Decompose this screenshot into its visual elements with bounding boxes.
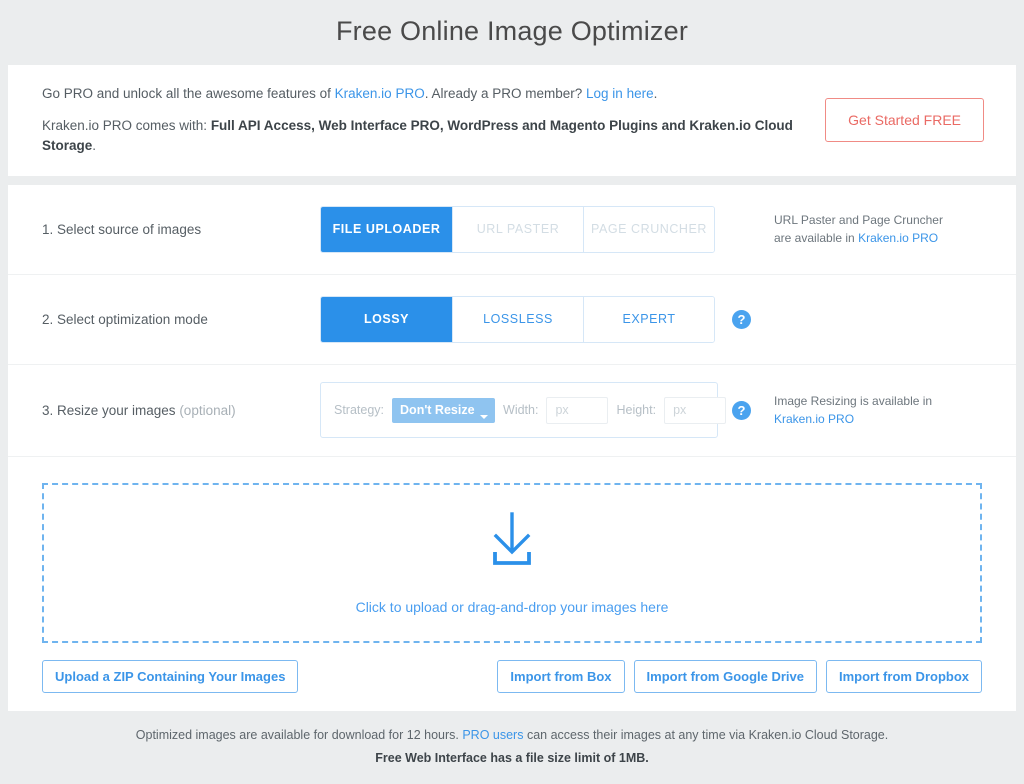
step-1-note-pro-link[interactable]: Kraken.io PRO	[858, 231, 938, 245]
step-3-label: 3. Resize your images (optional)	[42, 403, 320, 418]
source-segmented-group: FILE UPLOADER URL PASTER PAGE CRUNCHER	[320, 206, 715, 253]
step-3-optional-tag: (optional)	[179, 403, 235, 418]
step-3-help-slot: ?	[718, 401, 774, 420]
promo-line1-prefix: Go PRO and unlock all the awesome featur…	[42, 86, 335, 101]
get-started-free-button[interactable]: Get Started FREE	[825, 98, 984, 142]
strategy-label: Strategy:	[334, 403, 384, 417]
bottom-action-bar: Upload a ZIP Containing Your Images Impo…	[8, 643, 1016, 711]
promo-line2-prefix: Kraken.io PRO comes with:	[42, 118, 211, 133]
kraken-pro-link[interactable]: Kraken.io PRO	[335, 86, 425, 101]
image-optimizer-page: Free Online Image Optimizer Go PRO and u…	[0, 0, 1024, 784]
step-1-label: 1. Select source of images	[42, 222, 320, 237]
promo-line2-suffix: .	[92, 138, 96, 153]
promo-line-1: Go PRO and unlock all the awesome featur…	[42, 84, 825, 104]
footer-line-2: Free Web Interface has a file size limit…	[0, 747, 1024, 770]
step-2-help-slot: ?	[718, 310, 774, 329]
promo-line1-suffix: .	[654, 86, 658, 101]
import-buttons-group: Import from Box Import from Google Drive…	[497, 660, 982, 693]
resize-options-box: Strategy: Don't Resize Width: Height:	[320, 382, 718, 438]
footer-line1-suffix: can access their images at any time via …	[523, 728, 888, 742]
step-3-label-text: 3. Resize your images	[42, 403, 179, 418]
width-input[interactable]	[546, 397, 608, 424]
help-question-icon[interactable]: ?	[732, 401, 751, 420]
promo-line-2: Kraken.io PRO comes with: Full API Acces…	[42, 116, 825, 157]
step-2-label: 2. Select optimization mode	[42, 312, 320, 327]
width-label: Width:	[503, 403, 538, 417]
file-dropzone[interactable]: Click to upload or drag-and-drop your im…	[42, 483, 982, 643]
lossy-button[interactable]: LOSSY	[321, 297, 452, 342]
mode-button-group-wrap: LOSSY LOSSLESS EXPERT	[320, 296, 718, 343]
step-1-note-prefix: are available in	[774, 231, 858, 245]
step-row-source: 1. Select source of images FILE UPLOADER…	[8, 185, 1016, 275]
resize-control-wrap: Strategy: Don't Resize Width: Height:	[320, 382, 718, 438]
lossless-button[interactable]: LOSSLESS	[452, 297, 583, 342]
optimizer-main-card: 1. Select source of images FILE UPLOADER…	[8, 185, 1016, 711]
step-3-note-pro-link[interactable]: Kraken.io PRO	[774, 412, 854, 426]
pro-promo-panel: Go PRO and unlock all the awesome featur…	[8, 65, 1016, 176]
source-button-group-wrap: FILE UPLOADER URL PASTER PAGE CRUNCHER	[320, 206, 718, 253]
upload-zip-button[interactable]: Upload a ZIP Containing Your Images	[42, 660, 298, 693]
import-from-box-button[interactable]: Import from Box	[497, 660, 624, 693]
height-label: Height:	[616, 403, 656, 417]
strategy-select-wrap: Don't Resize	[392, 398, 495, 423]
footer-line1-prefix: Optimized images are available for downl…	[136, 728, 463, 742]
import-from-google-drive-button[interactable]: Import from Google Drive	[634, 660, 817, 693]
file-uploader-button[interactable]: FILE UPLOADER	[321, 207, 452, 252]
step-row-resize: 3. Resize your images (optional) Strateg…	[8, 365, 1016, 457]
import-from-dropbox-button[interactable]: Import from Dropbox	[826, 660, 982, 693]
page-title: Free Online Image Optimizer	[0, 0, 1024, 65]
page-footer: Optimized images are available for downl…	[0, 711, 1024, 784]
height-input[interactable]	[664, 397, 726, 424]
pro-users-link[interactable]: PRO users	[462, 728, 523, 742]
download-arrow-icon	[482, 510, 542, 573]
step-1-note: URL Paster and Page Cruncher are availab…	[774, 211, 982, 247]
step-3-note-line-2: Kraken.io PRO	[774, 410, 982, 428]
log-in-here-link[interactable]: Log in here	[586, 86, 654, 101]
help-question-icon[interactable]: ?	[732, 310, 751, 329]
promo-text-block: Go PRO and unlock all the awesome featur…	[42, 84, 825, 156]
mode-segmented-group: LOSSY LOSSLESS EXPERT	[320, 296, 715, 343]
step-row-mode: 2. Select optimization mode LOSSY LOSSLE…	[8, 275, 1016, 365]
dropzone-label: Click to upload or drag-and-drop your im…	[356, 599, 669, 615]
promo-line1-middle: . Already a PRO member?	[425, 86, 586, 101]
strategy-select[interactable]: Don't Resize	[392, 398, 495, 423]
url-paster-button[interactable]: URL PASTER	[452, 207, 583, 252]
page-cruncher-button[interactable]: PAGE CRUNCHER	[583, 207, 714, 252]
step-1-note-line-2: are available in Kraken.io PRO	[774, 229, 982, 247]
dropzone-area: Click to upload or drag-and-drop your im…	[8, 457, 1016, 643]
step-1-note-line-1: URL Paster and Page Cruncher	[774, 211, 982, 229]
step-3-note-line-1: Image Resizing is available in	[774, 392, 982, 410]
expert-button[interactable]: EXPERT	[583, 297, 714, 342]
footer-line-1: Optimized images are available for downl…	[0, 724, 1024, 747]
step-3-note: Image Resizing is available in Kraken.io…	[774, 392, 982, 428]
